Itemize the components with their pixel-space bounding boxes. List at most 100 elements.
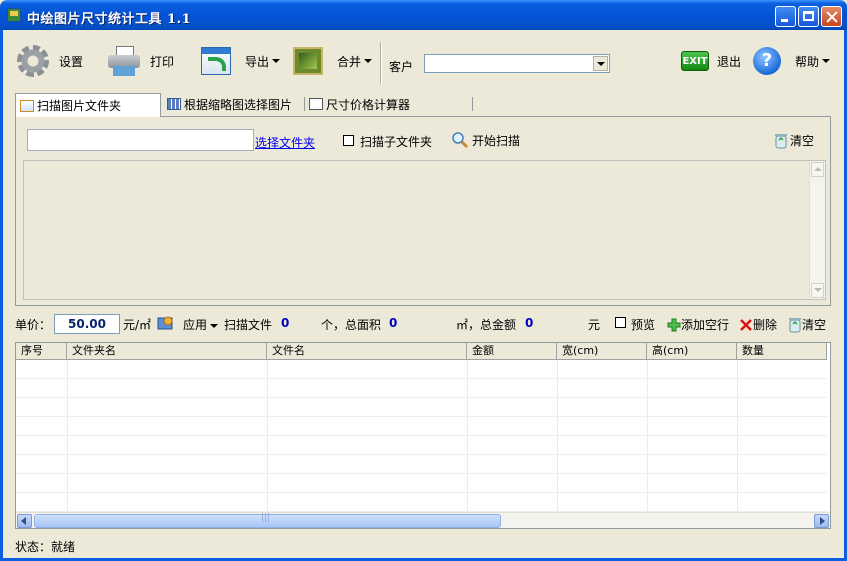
grid-header: 序号 文件夹名 文件名 金额 宽(cm) 高(cm) 数量	[16, 343, 827, 360]
table-row[interactable]	[16, 360, 827, 379]
settings-button[interactable]: 设置	[17, 44, 83, 78]
export-menu-button[interactable]: 导出	[201, 44, 281, 78]
total-amount-value: 0	[525, 316, 534, 330]
scroll-left-button[interactable]	[17, 514, 32, 528]
grid-line	[267, 360, 268, 513]
client-select[interactable]	[424, 54, 610, 73]
grid-clear-label: 清空	[802, 318, 827, 332]
file-grid[interactable]: 序号 文件夹名 文件名 金额 宽(cm) 高(cm) 数量	[15, 342, 831, 529]
apply-label: 应用	[183, 318, 208, 332]
window-frame-left	[0, 30, 3, 561]
client-label: 客户	[389, 60, 414, 74]
scan-subfolder-checkbox[interactable]	[343, 135, 354, 146]
settings-label: 设置	[59, 54, 84, 69]
price-settings-icon[interactable]	[157, 315, 174, 331]
recycle-bin-icon	[775, 133, 787, 148]
tab-thumbnail-select[interactable]: 根据缩略图选择图片	[163, 93, 305, 115]
scan-clear-label: 清空	[790, 134, 815, 148]
tab-label: 尺寸价格计算器	[326, 97, 411, 112]
preview-checkbox[interactable]	[615, 317, 626, 328]
close-button[interactable]	[821, 6, 842, 27]
horizontal-scrollbar[interactable]	[16, 512, 830, 528]
grid-icon	[167, 98, 181, 110]
merge-menu-button[interactable]: 合并	[293, 44, 373, 78]
tab-scan-folder[interactable]: 扫描图片文件夹	[15, 93, 161, 117]
tab-label: 扫描图片文件夹	[37, 99, 122, 113]
envelope-icon	[20, 99, 34, 112]
merge-icon	[293, 47, 323, 75]
grid-line	[737, 360, 738, 513]
apply-menu-button[interactable]: 应用	[183, 316, 219, 333]
exit-icon: EXIT	[681, 51, 709, 71]
start-scan-label: 开始扫描	[472, 133, 521, 148]
help-icon: ?	[753, 47, 781, 75]
scroll-right-button[interactable]	[814, 514, 829, 528]
tab-price-calculator[interactable]: 尺寸价格计算器	[305, 93, 473, 115]
table-row[interactable]	[16, 474, 827, 493]
scan-log-area[interactable]	[23, 160, 826, 300]
currency-label: 元	[588, 318, 601, 332]
status-bar: 状态：就绪	[15, 540, 76, 554]
printer-icon	[108, 46, 140, 76]
table-row[interactable]	[16, 417, 827, 436]
column-header[interactable]: 序号	[16, 343, 67, 359]
column-header[interactable]: 宽(cm)	[557, 343, 647, 359]
tab-label: 根据缩略图选择图片	[184, 97, 293, 112]
column-header[interactable]: 文件名	[267, 343, 467, 359]
merge-label: 合并	[337, 54, 362, 69]
unit-price-unit: 元/㎡	[123, 318, 152, 332]
exit-button[interactable]: EXIT 退出	[681, 44, 741, 78]
title-bar[interactable]: 中绘图片尺寸统计工具 1.1	[0, 0, 847, 30]
window-title: 中绘图片尺寸统计工具 1.1	[27, 12, 192, 27]
column-header[interactable]: 高(cm)	[647, 343, 737, 359]
scan-clear-button[interactable]: 清空	[774, 132, 814, 149]
scan-panel: 选择文件夹 扫描子文件夹 开始扫描 清空	[15, 116, 831, 306]
export-icon	[201, 47, 231, 75]
help-menu-button[interactable]: ? 帮助	[753, 44, 831, 78]
calculator-icon	[309, 98, 323, 110]
table-row[interactable]	[16, 493, 827, 512]
folder-path-input[interactable]	[27, 129, 254, 151]
scroll-down-button[interactable]	[811, 283, 824, 298]
scan-subfolder-label: 扫描子文件夹	[360, 135, 433, 149]
scan-files-label: 扫描文件	[224, 318, 273, 332]
table-row[interactable]	[16, 436, 827, 455]
minimize-button[interactable]	[775, 6, 796, 27]
delete-label: 删除	[753, 318, 778, 332]
column-header[interactable]: 数量	[737, 343, 827, 359]
column-header[interactable]: 金额	[467, 343, 557, 359]
grid-line	[647, 360, 648, 513]
price-bar: 单价： 50.00 元/㎡ 应用 扫描文件 0 个，总面积 0 ㎡，总金额 0 …	[15, 312, 831, 334]
grid-clear-button[interactable]: 清空	[788, 316, 826, 333]
table-row[interactable]	[16, 379, 827, 398]
add-empty-row-button[interactable]: 添加空行	[667, 316, 729, 333]
preview-label: 预览	[631, 318, 656, 332]
chevron-down-icon	[364, 59, 373, 63]
chevron-down-icon	[210, 323, 219, 328]
exit-label: 退出	[717, 54, 742, 69]
recycle-bin-icon	[789, 317, 801, 332]
print-button[interactable]: 打印	[108, 44, 174, 78]
grid-line	[557, 360, 558, 513]
table-row[interactable]	[16, 398, 827, 417]
table-row[interactable]	[16, 455, 827, 474]
scroll-up-button[interactable]	[811, 162, 824, 177]
grid-line	[467, 360, 468, 513]
scroll-thumb[interactable]	[34, 513, 501, 528]
unit-price-input[interactable]: 50.00	[54, 314, 120, 334]
vertical-scrollbar[interactable]	[809, 161, 825, 299]
column-header[interactable]: 文件夹名	[67, 343, 267, 359]
delete-button[interactable]: 删除	[739, 316, 777, 333]
plus-icon	[667, 318, 681, 331]
delete-x-icon	[740, 318, 752, 331]
unit-price-label: 单价：	[15, 318, 52, 332]
dropdown-arrow-icon[interactable]	[593, 56, 608, 71]
area-unit-label: ㎡，总金额	[456, 318, 517, 332]
chevron-down-icon	[272, 59, 281, 63]
start-scan-button[interactable]: 开始扫描	[451, 131, 520, 149]
magnifier-icon	[452, 132, 469, 149]
maximize-button[interactable]	[798, 6, 819, 27]
toolbar: 设置 打印 导出 合并 客户 EXIT 退出 ? 帮助	[3, 34, 844, 88]
add-empty-row-label: 添加空行	[681, 318, 730, 332]
select-folder-link[interactable]: 选择文件夹	[255, 134, 315, 151]
